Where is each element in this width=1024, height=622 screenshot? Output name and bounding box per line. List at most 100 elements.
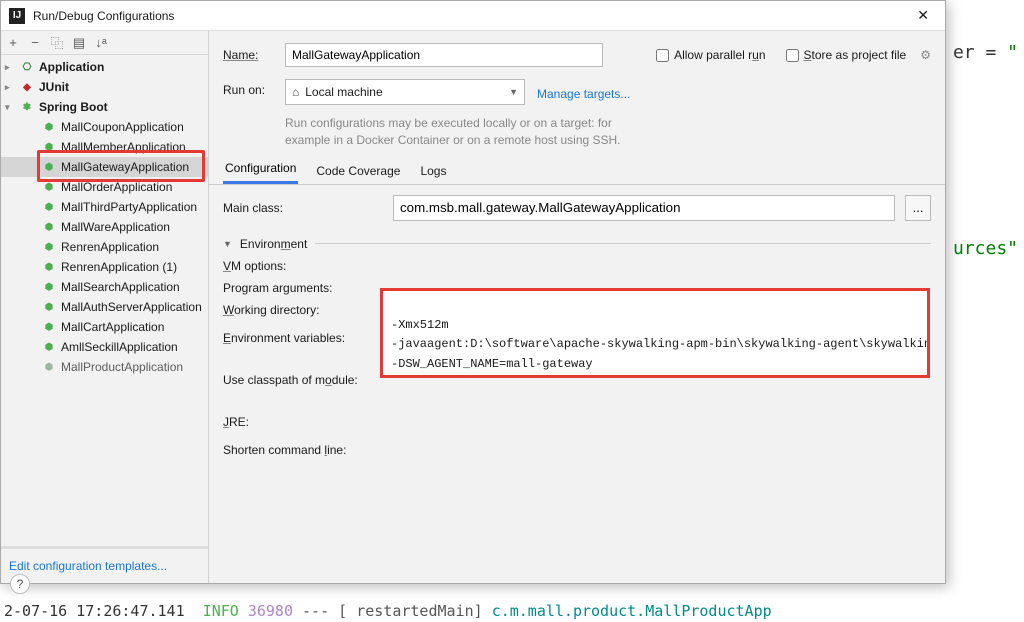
vm-options-textarea[interactable]: -Xmx512m -javaagent:D:\software\apache-s… — [380, 288, 930, 378]
tree-item-label: MallCouponApplication — [61, 120, 184, 134]
edit-config-templates-link[interactable]: Edit configuration templates... — [1, 549, 208, 583]
section-collapse-icon[interactable]: ▼ — [223, 239, 232, 249]
help-button[interactable]: ? — [10, 574, 30, 594]
jre-label: JRE: — [223, 415, 383, 429]
runon-hint: Run configurations may be executed local… — [209, 111, 945, 157]
store-project-input[interactable] — [786, 49, 799, 62]
spring-boot-icon: ⬢ — [41, 159, 57, 175]
allow-parallel-input[interactable] — [656, 49, 669, 62]
spring-boot-icon: ⬢ — [41, 119, 57, 135]
runon-row: Run on: ⌂ Local machine ▼ Manage targets… — [209, 73, 945, 111]
spring-boot-icon: ⬢ — [41, 179, 57, 195]
tree-item[interactable]: ⬢ MallThirdPartyApplication — [1, 197, 208, 217]
allow-parallel-label: Allow parallel run — [674, 48, 765, 62]
main-class-row: Main class: ... — [223, 195, 931, 221]
spring-boot-icon: ⬢ — [41, 279, 57, 295]
config-area: Main class: ... ▼ Environment VM options… — [209, 185, 945, 583]
close-icon[interactable]: ✕ — [909, 3, 937, 28]
tree-item[interactable]: ⬢MallAuthServerApplication — [1, 297, 208, 317]
config-tree[interactable]: ▸ ⎔ Application ▸ ◆ JUnit ▾ ❃ Spring Boo… — [1, 55, 208, 546]
spring-boot-icon: ⬢ — [41, 299, 57, 315]
tree-item-label: AmllSeckillApplication — [61, 340, 178, 354]
application-icon: ⎔ — [19, 59, 35, 75]
store-project-checkbox[interactable]: Store as project file — [786, 48, 907, 62]
tree-item[interactable]: ⬢MallGatewayApplication — [1, 157, 208, 177]
spring-boot-icon: ⬢ — [41, 319, 57, 335]
add-config-button[interactable]: + — [5, 35, 21, 50]
runon-combo[interactable]: ⌂ Local machine ▼ — [285, 79, 525, 105]
shorten-label: Shorten command line: — [223, 443, 383, 457]
tree-item[interactable]: ⬢ RenrenApplication — [1, 237, 208, 257]
tab-code-coverage[interactable]: Code Coverage — [314, 158, 402, 184]
tree-item-label: RenrenApplication (1) — [61, 260, 177, 274]
tree-item-label: MallThirdPartyApplication — [61, 200, 197, 214]
tree-item[interactable]: ⬢ MallMemberApplication — [1, 137, 208, 157]
dialog-titlebar: IJ Run/Debug Configurations ✕ — [1, 1, 945, 31]
tree-item[interactable]: ⬢MallOrderApplication — [1, 177, 208, 197]
tab-logs[interactable]: Logs — [418, 158, 448, 184]
dialog-title: Run/Debug Configurations — [33, 9, 909, 23]
name-input[interactable] — [285, 43, 603, 67]
name-row: Name: Allow parallel run Store as projec… — [209, 37, 945, 73]
config-tabs: Configuration Code Coverage Logs — [209, 157, 945, 185]
environment-label: Environment — [240, 237, 307, 251]
runon-label: Run on: — [223, 79, 275, 97]
home-icon: ⌂ — [292, 85, 299, 99]
vm-options-label: VM options: — [223, 259, 383, 273]
junit-icon: ◆ — [19, 79, 35, 95]
name-label: Name: — [223, 48, 275, 62]
tree-item-label: MallMemberApplication — [61, 140, 186, 154]
jre-row: JRE: — [223, 415, 931, 429]
tree-item[interactable]: ⬢ MallCouponApplication — [1, 117, 208, 137]
working-dir-label: Working directory: — [223, 303, 383, 317]
spring-boot-icon: ⬢ — [41, 259, 57, 275]
vm-options-row: VM options: — [223, 259, 931, 273]
tree-item-label: MallSearchApplication — [61, 280, 180, 294]
tree-item[interactable]: ⬢ RenrenApplication (1) — [1, 257, 208, 277]
main-class-input[interactable] — [393, 195, 895, 221]
env-vars-label: Environment variables: — [223, 331, 383, 345]
tree-item[interactable]: ⬢ MallCartApplication — [1, 317, 208, 337]
allow-parallel-checkbox[interactable]: Allow parallel run — [656, 48, 765, 62]
spring-boot-icon: ⬢ — [41, 339, 57, 355]
main-class-label: Main class: — [223, 201, 383, 215]
gear-icon[interactable]: ⚙ — [920, 48, 931, 62]
tree-item-label: MallProductApplication — [61, 360, 183, 374]
manage-targets-link[interactable]: Manage targets... — [537, 83, 630, 101]
tree-item[interactable]: ⬢MallWareApplication — [1, 217, 208, 237]
tree-item[interactable]: ⬢ MallSearchApplication — [1, 277, 208, 297]
tab-configuration[interactable]: Configuration — [223, 155, 298, 184]
main-class-browse-button[interactable]: ... — [905, 195, 931, 221]
tree-item-label: MallCartApplication — [61, 320, 164, 334]
console-log-line: 2-07-16 17:26:47.141 INFO 36980 --- [ re… — [0, 600, 1024, 622]
spring-boot-icon: ⬢ — [41, 199, 57, 215]
remove-config-button[interactable]: − — [27, 35, 43, 50]
tree-label: Application — [39, 60, 104, 74]
save-config-button[interactable]: ▤ — [71, 35, 87, 51]
spring-boot-icon: ⬢ — [41, 359, 57, 375]
store-project-label: Store as project file — [804, 48, 907, 62]
tree-root-junit[interactable]: ▸ ◆ JUnit — [1, 77, 208, 97]
tree-root-springboot[interactable]: ▾ ❃ Spring Boot — [1, 97, 208, 117]
collapse-arrow-icon[interactable]: ▾ — [5, 102, 19, 113]
tree-item[interactable]: ⬢ AmllSeckillApplication — [1, 337, 208, 357]
tree-label: Spring Boot — [39, 100, 108, 114]
expand-arrow-icon[interactable]: ▸ — [5, 62, 19, 73]
spring-boot-icon: ⬢ — [41, 139, 57, 155]
environment-section[interactable]: ▼ Environment — [223, 237, 931, 251]
sort-config-button[interactable]: ↓ᵃ — [93, 35, 109, 50]
tree-root-application[interactable]: ▸ ⎔ Application — [1, 57, 208, 77]
config-toolbar: + − ⿻ ▤ ↓ᵃ — [1, 31, 208, 55]
left-panel: + − ⿻ ▤ ↓ᵃ ▸ ⎔ Application ▸ ◆ JUnit ▾ — [1, 31, 209, 583]
expand-arrow-icon[interactable]: ▸ — [5, 82, 19, 93]
tree-label: JUnit — [39, 80, 69, 94]
spring-boot-icon: ⬢ — [41, 219, 57, 235]
spring-boot-icon: ⬢ — [41, 239, 57, 255]
tree-item[interactable]: ⬢ MallProductApplication — [1, 357, 208, 377]
program-args-label: Program arguments: — [223, 281, 383, 295]
editor-fragment-2: urces" — [953, 238, 1018, 259]
chevron-down-icon: ▼ — [509, 87, 518, 97]
intellij-icon: IJ — [9, 8, 25, 24]
copy-config-button[interactable]: ⿻ — [49, 33, 65, 52]
tree-item-label: RenrenApplication — [61, 240, 159, 254]
